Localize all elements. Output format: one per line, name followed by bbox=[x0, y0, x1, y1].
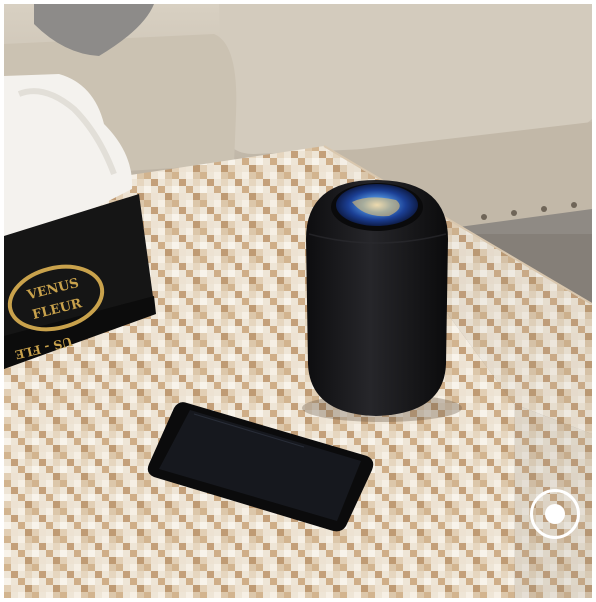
product-photo: VENUS FLEUR US - FLE bbox=[4, 4, 592, 598]
carousel-indicator-dot bbox=[545, 504, 565, 524]
carousel-indicator-button[interactable] bbox=[530, 489, 580, 539]
product-image-frame: VENUS FLEUR US - FLE bbox=[4, 4, 592, 598]
